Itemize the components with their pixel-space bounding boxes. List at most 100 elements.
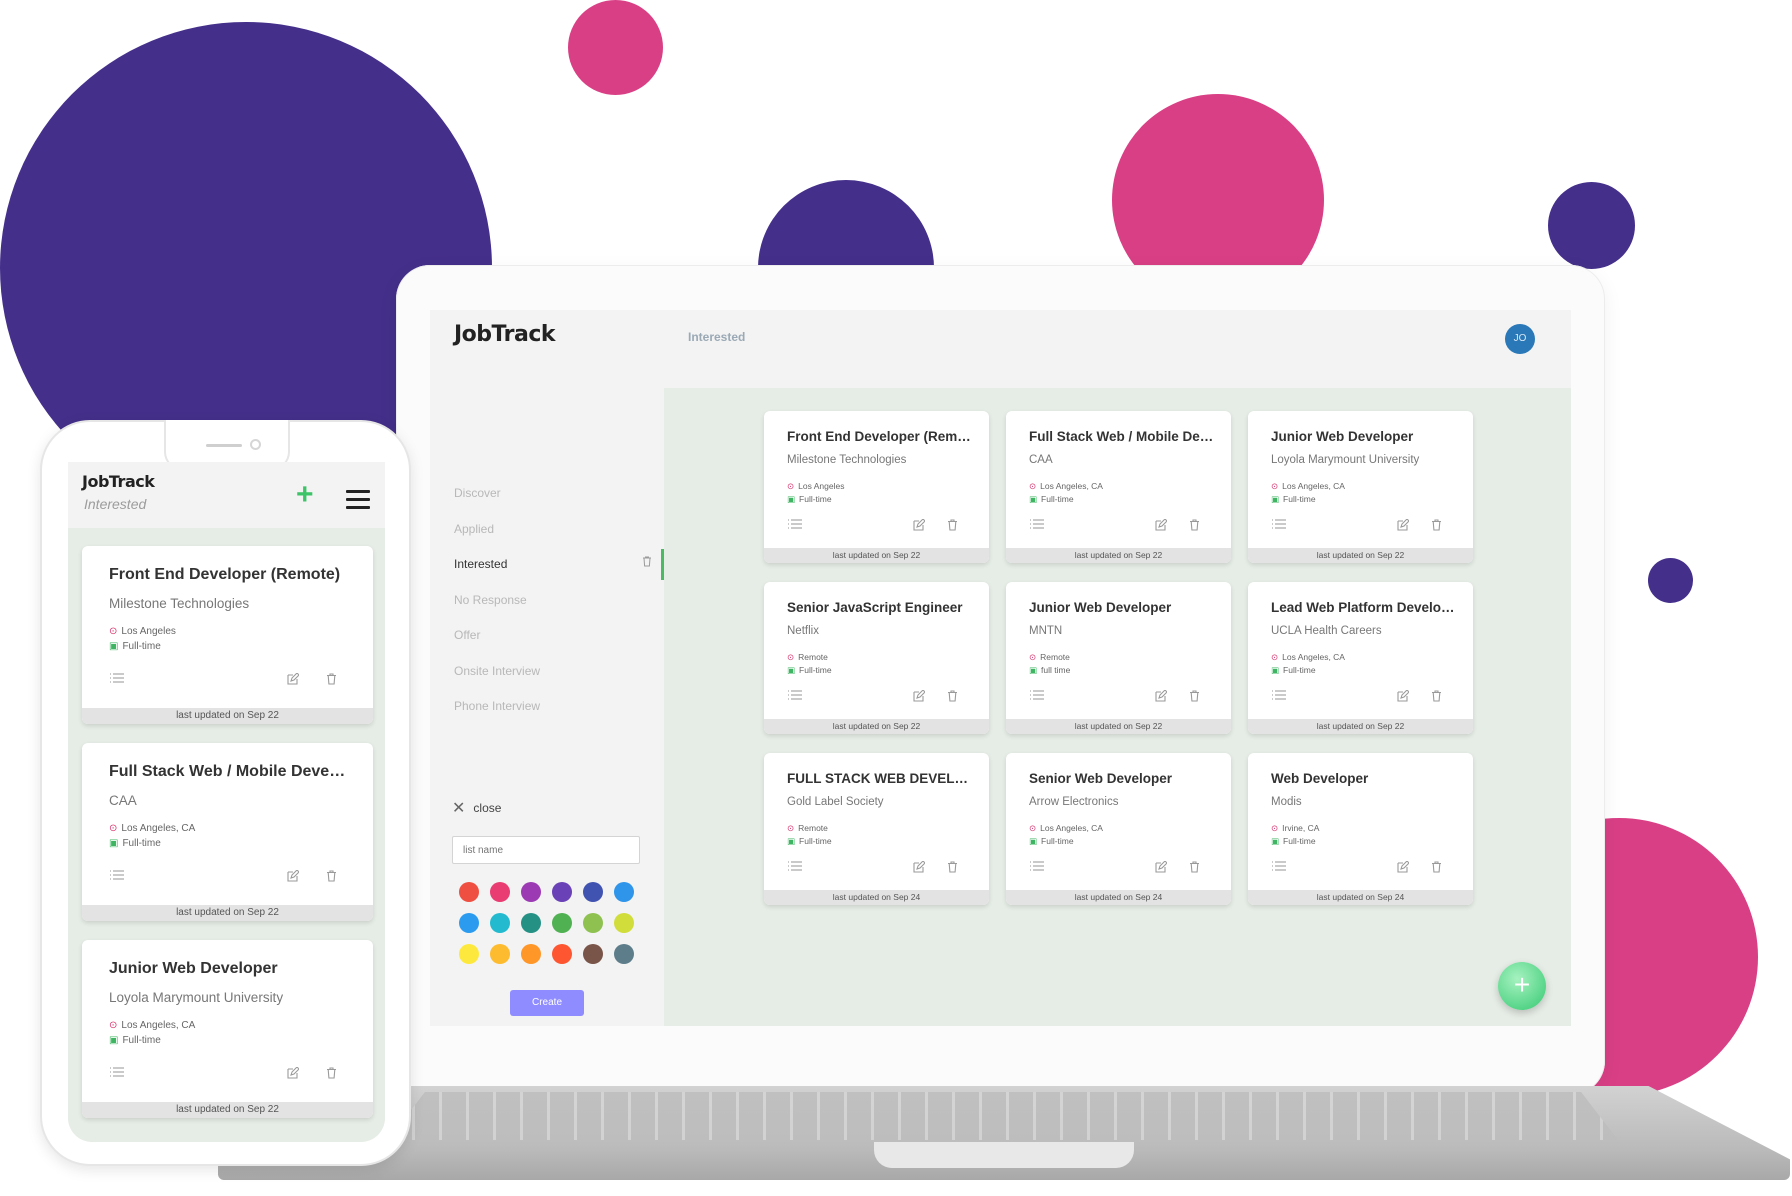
- sidebar-item-applied[interactable]: Applied: [454, 512, 664, 548]
- list-name-input[interactable]: [452, 836, 640, 864]
- color-swatch[interactable]: [552, 913, 572, 933]
- company-name: Loyola Marymount University: [1271, 454, 1420, 466]
- color-swatch[interactable]: [521, 913, 541, 933]
- delete-icon[interactable]: [1431, 690, 1442, 705]
- edit-icon[interactable]: [1155, 689, 1168, 705]
- delete-icon[interactable]: [1431, 519, 1442, 534]
- edit-icon[interactable]: [1155, 518, 1168, 534]
- job-card[interactable]: Web Developer Modis ⊙ Irvine, CA ▣ Full-time l…: [1248, 753, 1473, 905]
- sidebar-item-interested[interactable]: Interested: [454, 547, 664, 583]
- color-swatch[interactable]: [614, 944, 634, 964]
- edit-icon[interactable]: [1155, 860, 1168, 876]
- edit-icon[interactable]: [913, 860, 926, 876]
- close-button[interactable]: ✕ close: [452, 798, 642, 818]
- color-swatch[interactable]: [490, 882, 510, 902]
- job-type: Full-time: [122, 838, 161, 849]
- color-swatch[interactable]: [490, 944, 510, 964]
- list-icon[interactable]: [1030, 518, 1044, 532]
- color-swatch[interactable]: [459, 882, 479, 902]
- color-swatch[interactable]: [614, 913, 634, 933]
- trash-icon[interactable]: [642, 547, 652, 583]
- delete-icon[interactable]: [326, 672, 337, 688]
- job-card[interactable]: Junior Web Developer Loyola Marymount Uni…: [1248, 411, 1473, 563]
- delete-icon[interactable]: [326, 1066, 337, 1082]
- job-location: Los Angeles, CA: [1040, 481, 1103, 491]
- color-swatch[interactable]: [521, 944, 541, 964]
- list-icon[interactable]: [788, 689, 802, 703]
- edit-icon[interactable]: [913, 518, 926, 534]
- sidebar-item-phone-interview[interactable]: Phone Interview: [454, 689, 664, 725]
- job-location: Los Angeles: [121, 626, 176, 637]
- last-updated: last updated on Sep 22: [764, 548, 989, 563]
- color-swatch[interactable]: [490, 913, 510, 933]
- company-name: Modis: [1271, 796, 1302, 808]
- job-card[interactable]: Junior Web Developer Loyola Marymount Uni…: [82, 940, 373, 1118]
- delete-icon[interactable]: [947, 519, 958, 534]
- delete-icon[interactable]: [947, 861, 958, 876]
- mobile-logo[interactable]: JobTrack: [82, 472, 155, 491]
- delete-icon[interactable]: [1431, 861, 1442, 876]
- job-card[interactable]: Front End Developer (Remote) Milestone Te…: [82, 546, 373, 724]
- color-swatch[interactable]: [459, 913, 479, 933]
- list-icon[interactable]: [1030, 689, 1044, 703]
- sidebar-item-offer[interactable]: Offer: [454, 618, 664, 654]
- job-card[interactable]: Full Stack Web / Mobile Developer CAA ⊙Los…: [1006, 411, 1231, 563]
- delete-icon[interactable]: [947, 690, 958, 705]
- sidebar-item-onsite-interview[interactable]: Onsite Interview: [454, 654, 664, 690]
- job-card[interactable]: Front End Developer (Remote) Milestone Te…: [764, 411, 989, 563]
- sidebar-item-label: No Response: [454, 592, 527, 607]
- job-card[interactable]: Full Stack Web / Mobile Developer CAA ⊙Los…: [82, 743, 373, 921]
- company-name: Netflix: [787, 625, 819, 637]
- edit-icon[interactable]: [287, 1066, 300, 1082]
- delete-icon[interactable]: [1189, 861, 1200, 876]
- sidebar-item-no-response[interactable]: No Response: [454, 583, 664, 619]
- location-pin-icon: ⊙: [1029, 823, 1037, 833]
- color-swatch[interactable]: [552, 882, 572, 902]
- job-meta: ⊙ Los Angeles, CA ▣ Full-time: [1029, 822, 1103, 848]
- edit-icon[interactable]: [287, 869, 300, 885]
- company-name: Milestone Technologies: [109, 596, 250, 611]
- list-icon[interactable]: [1272, 689, 1286, 703]
- create-list-button[interactable]: Create: [510, 990, 584, 1016]
- delete-icon[interactable]: [1189, 690, 1200, 705]
- color-swatch[interactable]: [521, 882, 541, 902]
- hamburger-menu-icon[interactable]: [346, 490, 370, 514]
- job-card[interactable]: Senior Web Developer Arrow Electronics ⊙ Lo…: [1006, 753, 1231, 905]
- list-icon[interactable]: [1272, 860, 1286, 874]
- list-icon[interactable]: [788, 860, 802, 874]
- job-title: Senior JavaScript Engineer: [787, 600, 963, 615]
- job-card[interactable]: FULL STACK WEB DEVELOPER Gold Label Socie…: [764, 753, 989, 905]
- color-swatch[interactable]: [552, 944, 572, 964]
- last-updated: last updated on Sep 24: [764, 890, 989, 905]
- list-icon[interactable]: [788, 518, 802, 532]
- color-swatch[interactable]: [583, 913, 603, 933]
- edit-icon[interactable]: [1397, 689, 1410, 705]
- list-icon[interactable]: [110, 670, 124, 686]
- job-card[interactable]: Junior Web Developer MNTN ⊙ Remote ▣ full tim…: [1006, 582, 1231, 734]
- add-job-button[interactable]: +: [1498, 962, 1546, 1010]
- color-swatch[interactable]: [614, 882, 634, 902]
- color-swatch[interactable]: [583, 944, 603, 964]
- delete-icon[interactable]: [326, 869, 337, 885]
- edit-icon[interactable]: [913, 689, 926, 705]
- edit-icon[interactable]: [287, 672, 300, 688]
- app-logo[interactable]: JobTrack: [454, 322, 556, 347]
- list-icon[interactable]: [110, 1064, 124, 1080]
- briefcase-icon: ▣: [787, 494, 796, 504]
- delete-icon[interactable]: [1189, 519, 1200, 534]
- job-card[interactable]: Lead Web Platform Developer UCLA Health C…: [1248, 582, 1473, 734]
- color-swatch[interactable]: [459, 944, 479, 964]
- avatar[interactable]: JO: [1505, 324, 1535, 354]
- job-location: Los Angeles, CA: [1040, 823, 1103, 833]
- list-icon[interactable]: [1030, 860, 1044, 874]
- laptop-keyboard: [388, 1092, 1618, 1140]
- list-icon[interactable]: [1272, 518, 1286, 532]
- edit-icon[interactable]: [1397, 518, 1410, 534]
- sidebar-item-discover[interactable]: Discover: [454, 476, 664, 512]
- plus-icon[interactable]: +: [296, 480, 314, 510]
- job-card[interactable]: Senior JavaScript Engineer Netflix ⊙ Remote…: [764, 582, 989, 734]
- color-swatch[interactable]: [583, 882, 603, 902]
- edit-icon[interactable]: [1397, 860, 1410, 876]
- list-icon[interactable]: [110, 867, 124, 883]
- sidebar: JobTrack Discover Applied Interested No …: [430, 310, 664, 1026]
